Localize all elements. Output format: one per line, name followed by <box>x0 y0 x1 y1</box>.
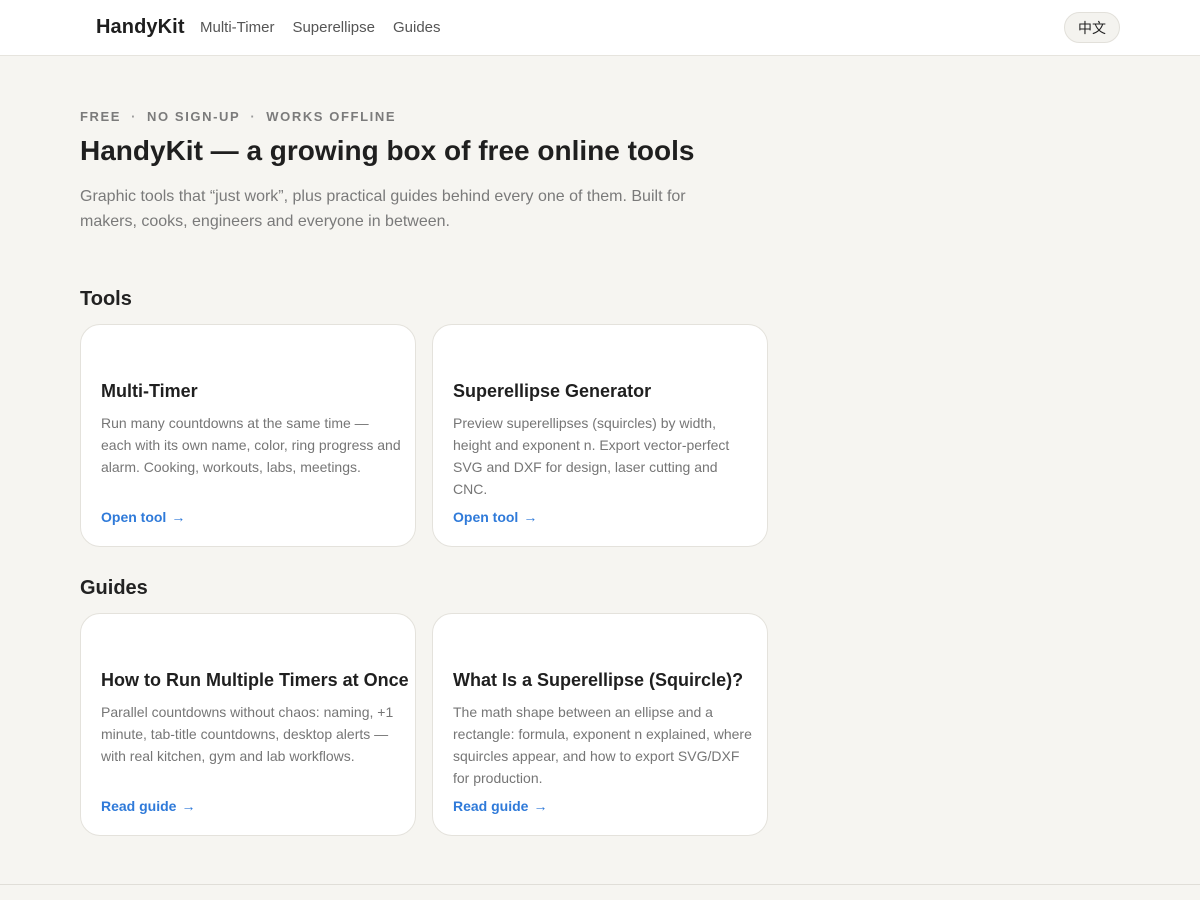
guide-card-superellipse[interactable]: What Is a Superellipse (Squircle)? The m… <box>432 613 768 836</box>
eyebrow-item-works-offline: WORKS OFFLINE <box>266 109 397 124</box>
card-description: Preview superellipses (squircles) by wid… <box>453 415 730 497</box>
language-switch-button[interactable]: 中文 <box>1064 12 1120 43</box>
arrow-right-icon: → <box>523 509 538 525</box>
hero-eyebrow: FREE · NO SIGN-UP · WORKS OFFLINE <box>80 109 396 124</box>
nav-link-superellipse[interactable]: Superellipse <box>292 19 375 36</box>
card-description: Parallel countdowns without chaos: namin… <box>101 704 394 764</box>
open-tool-link[interactable]: Open tool → <box>101 509 185 525</box>
nav-link-guides[interactable]: Guides <box>393 19 441 36</box>
top-navbar: HandyKit Multi-Timer Superellipse Guides… <box>0 0 1200 56</box>
card-title: Superellipse Generator <box>453 381 652 401</box>
arrow-right-icon: → <box>181 798 196 814</box>
brand-logo-link[interactable]: HandyKit <box>96 16 185 39</box>
link-label: Read guide <box>453 798 529 814</box>
card-description: Run many countdowns at the same time — e… <box>101 415 401 475</box>
arrow-right-icon: → <box>533 798 548 814</box>
hero-subtitle: Graphic tools that “just work”, plus pra… <box>80 188 686 230</box>
eyebrow-item-no-signup: NO SIGN-UP <box>147 109 241 124</box>
tool-card-superellipse[interactable]: Superellipse Generator Preview superelli… <box>432 324 768 547</box>
card-title: What Is a Superellipse (Squircle)? <box>453 670 744 690</box>
link-label: Read guide <box>101 798 177 814</box>
guide-card-multiple-timers[interactable]: How to Run Multiple Timers at Once Paral… <box>80 613 416 836</box>
eyebrow-separator: · <box>131 109 138 124</box>
nav-link-multi-timer[interactable]: Multi-Timer <box>200 19 274 36</box>
read-guide-link[interactable]: Read guide → <box>453 798 547 814</box>
link-label: Open tool <box>453 509 519 525</box>
card-title: Multi-Timer <box>101 381 198 401</box>
eyebrow-separator: · <box>250 109 257 124</box>
footer-divider <box>0 884 1200 885</box>
read-guide-link[interactable]: Read guide → <box>101 798 195 814</box>
link-label: Open tool <box>101 509 167 525</box>
section-heading-guides: Guides <box>80 577 148 599</box>
arrow-right-icon: → <box>171 509 186 525</box>
eyebrow-item-free: FREE <box>80 109 122 124</box>
card-title: How to Run Multiple Timers at Once <box>101 670 409 690</box>
main-nav: Multi-Timer Superellipse Guides <box>200 19 441 36</box>
card-description: The math shape between an ellipse and a … <box>453 704 752 786</box>
page-title: HandyKit — a growing box of free online … <box>80 135 695 166</box>
open-tool-link[interactable]: Open tool → <box>453 509 537 525</box>
section-heading-tools: Tools <box>80 288 132 310</box>
tool-card-multi-timer[interactable]: Multi-Timer Run many countdowns at the s… <box>80 324 416 547</box>
